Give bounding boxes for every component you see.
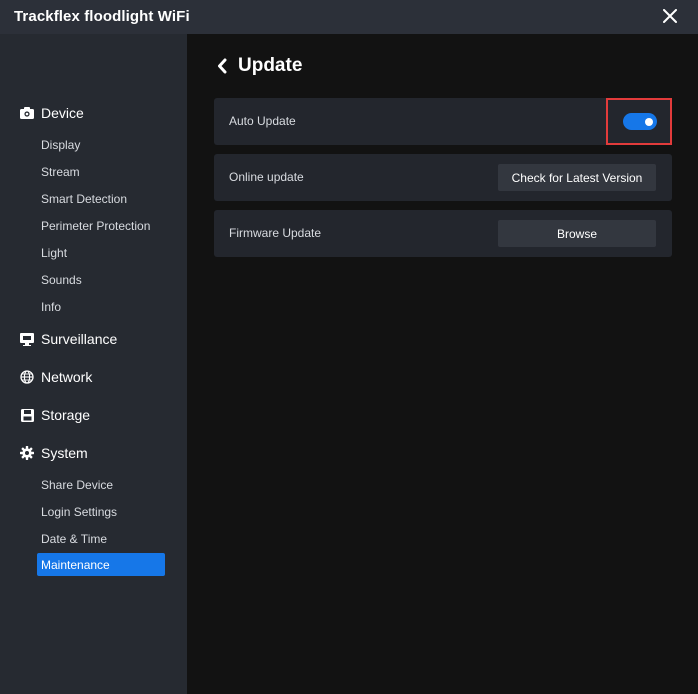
main-panel: Update Auto Update Online update Check f… (187, 34, 698, 694)
auto-update-toggle[interactable] (623, 113, 657, 130)
sidebar-item-login-settings[interactable]: Login Settings (37, 500, 165, 523)
online-update-row: Online update Check for Latest Version (214, 154, 672, 201)
sidebar-section-label: Device (41, 105, 84, 121)
auto-update-label: Auto Update (229, 114, 296, 128)
sidebar-section-label: Storage (41, 407, 91, 423)
sidebar-section-label: Network (41, 369, 93, 385)
firmware-update-row: Firmware Update Browse (214, 210, 672, 257)
check-latest-version-button[interactable]: Check for Latest Version (498, 164, 656, 191)
monitor-icon (20, 332, 34, 346)
browse-button[interactable]: Browse (498, 220, 656, 247)
save-icon (20, 408, 34, 422)
online-update-label: Online update (229, 170, 304, 184)
back-button[interactable] (217, 56, 231, 76)
auto-update-row: Auto Update (214, 98, 672, 145)
sidebar-item-display[interactable]: Display (37, 133, 165, 156)
toggle-knob (645, 117, 653, 126)
sidebar-item-maintenance[interactable]: Maintenance (37, 553, 165, 576)
sidebar-item-smart-detection[interactable]: Smart Detection (37, 187, 165, 210)
sidebar-item-perimeter-protection[interactable]: Perimeter Protection (37, 214, 165, 237)
sidebar-section-system[interactable]: System (20, 442, 88, 464)
sidebar-item-date-time[interactable]: Date & Time (37, 527, 165, 550)
sidebar-section-surveillance[interactable]: Surveillance (20, 328, 117, 350)
gear-icon (20, 446, 34, 460)
close-icon (663, 9, 677, 23)
sidebar: Device Display Stream Smart Detection Pe… (0, 34, 187, 694)
sidebar-item-info[interactable]: Info (37, 295, 165, 318)
close-button[interactable] (658, 4, 682, 28)
globe-icon (20, 370, 34, 384)
app-title: Trackflex floodlight WiFi (14, 8, 190, 25)
page-title: Update (238, 55, 303, 76)
sidebar-section-label: System (41, 445, 88, 461)
sidebar-item-stream[interactable]: Stream (37, 160, 165, 183)
firmware-update-label: Firmware Update (229, 226, 322, 240)
sidebar-item-share-device[interactable]: Share Device (37, 473, 165, 496)
sidebar-item-sounds[interactable]: Sounds (37, 268, 165, 291)
title-bar: Trackflex floodlight WiFi (0, 0, 698, 34)
sidebar-section-device[interactable]: Device (20, 102, 84, 124)
sidebar-section-network[interactable]: Network (20, 366, 92, 388)
chevron-left-icon (218, 58, 227, 74)
sidebar-section-storage[interactable]: Storage (20, 404, 90, 426)
camera-icon (20, 106, 34, 120)
sidebar-item-light[interactable]: Light (37, 241, 165, 264)
sidebar-section-label: Surveillance (41, 331, 118, 347)
